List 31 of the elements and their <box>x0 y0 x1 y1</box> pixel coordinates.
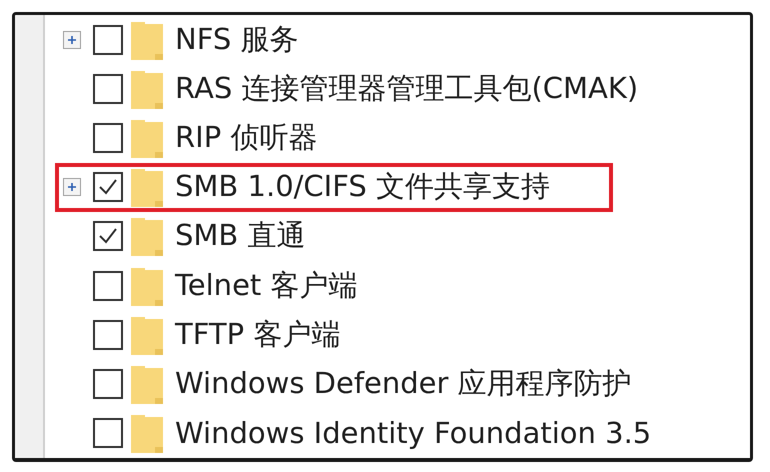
folder-icon <box>131 314 163 355</box>
folder-icon <box>131 118 163 158</box>
checkbox[interactable] <box>93 123 123 154</box>
feature-label: TFTP 客户端 <box>175 316 340 353</box>
folder-icon <box>131 266 163 306</box>
folder-icon <box>131 364 163 404</box>
checkbox[interactable] <box>93 320 123 350</box>
feature-label: RAS 连接管理器管理工具包(CMAK) <box>175 70 638 107</box>
folder-icon <box>131 20 163 60</box>
expand-button[interactable] <box>63 178 81 196</box>
plus-icon <box>66 34 78 46</box>
feature-label: Windows Defender 应用程序防护 <box>175 365 632 402</box>
checkbox[interactable] <box>93 24 123 55</box>
checkbox[interactable] <box>93 418 123 448</box>
folder-icon <box>131 68 163 109</box>
checkbox[interactable] <box>93 172 123 202</box>
feature-label: SMB 1.0/CIFS 文件共享支持 <box>175 168 550 206</box>
folder-icon <box>131 413 163 454</box>
feature-label: SMB 直通 <box>175 217 306 254</box>
feature-label: Telnet 客户端 <box>175 266 358 304</box>
feature-label: RIP 侦听器 <box>175 119 318 156</box>
plus-icon <box>66 181 78 194</box>
feature-label: NFS 服务 <box>175 20 298 58</box>
feature-label: Windows Identity Foundation 3.5 <box>175 416 652 450</box>
checkbox[interactable] <box>93 369 123 400</box>
folder-icon <box>131 216 163 256</box>
folder-icon <box>131 167 163 208</box>
expand-button[interactable] <box>63 30 81 49</box>
checkbox[interactable] <box>93 270 123 301</box>
checkbox[interactable] <box>93 221 123 252</box>
checkbox[interactable] <box>93 74 123 104</box>
